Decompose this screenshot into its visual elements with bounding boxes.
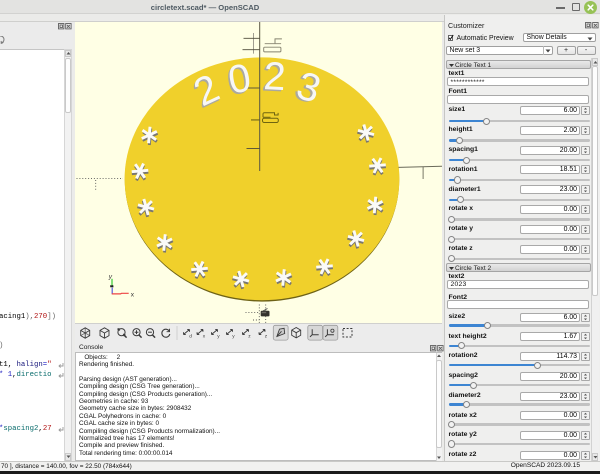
svg-text:z: z (248, 335, 251, 340)
svg-text:y: y (107, 274, 112, 281)
svg-text:d: d (189, 334, 192, 340)
svg-text:2: 2 (262, 54, 286, 99)
svg-text:y: y (217, 335, 220, 340)
svg-text:x: x (130, 291, 134, 298)
svg-text:x: x (202, 335, 205, 340)
svg-text:z: z (264, 335, 267, 340)
svg-text:y: y (232, 335, 235, 340)
